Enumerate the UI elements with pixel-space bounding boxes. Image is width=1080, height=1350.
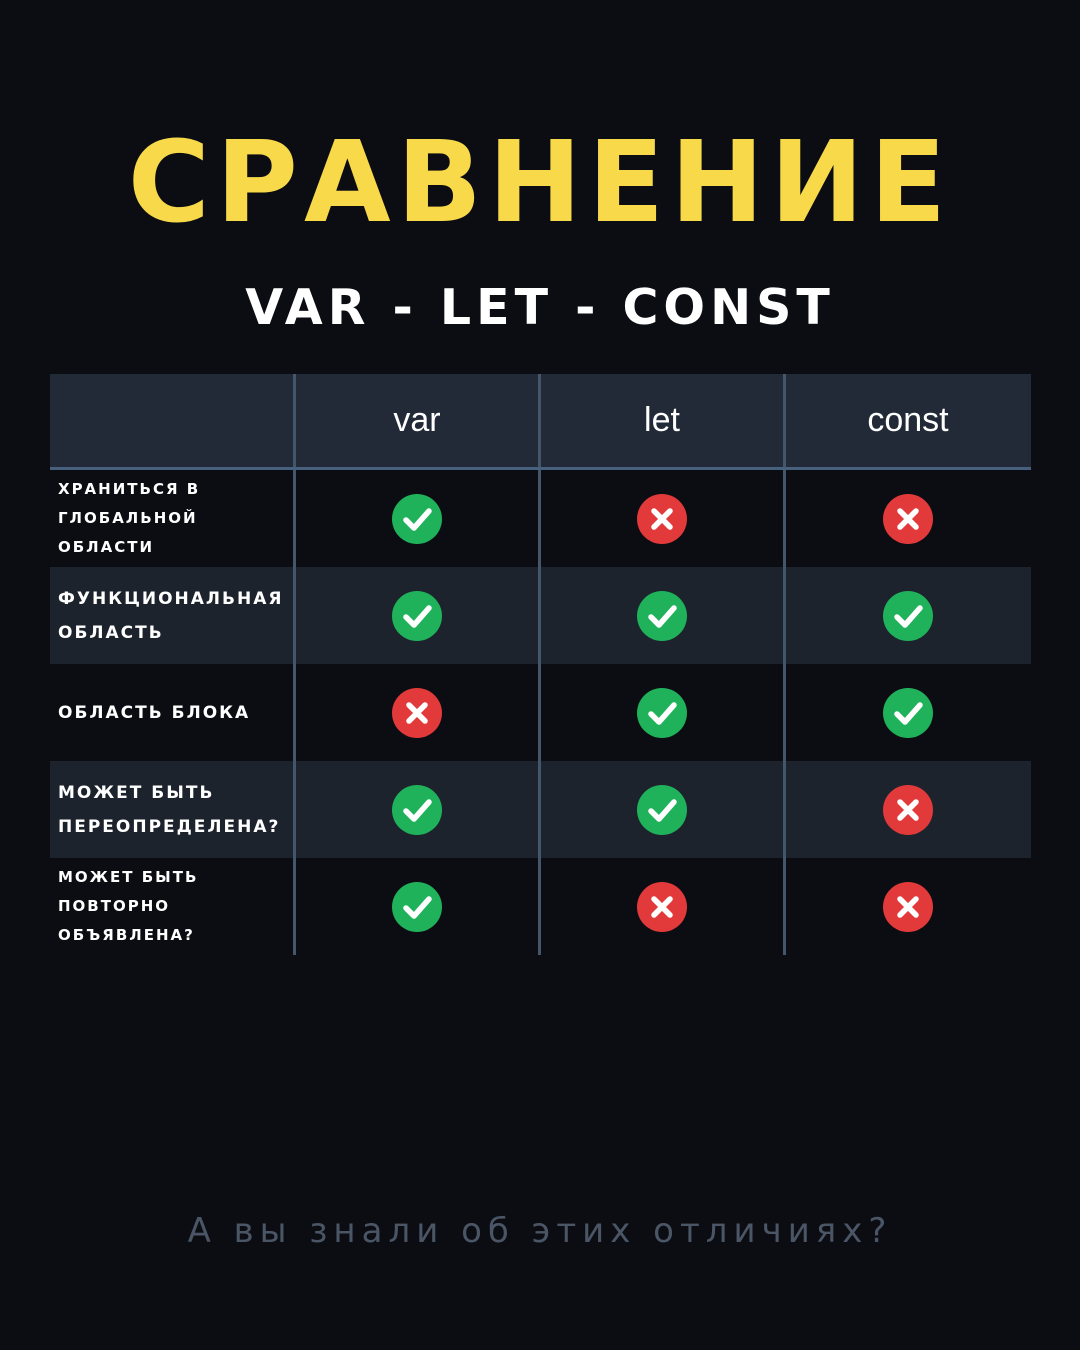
check-icon bbox=[637, 590, 687, 641]
value-cell bbox=[786, 858, 1030, 955]
page-title: СРАВНЕНИЕ bbox=[127, 118, 953, 248]
check-icon bbox=[392, 493, 442, 544]
value-cell bbox=[786, 761, 1030, 858]
cross-icon bbox=[637, 881, 687, 932]
row-label: МОЖЕТ БЫТЬ ПОВТОРНО ОБЪЯВЛЕНА? bbox=[58, 868, 199, 944]
row-label: МОЖЕТ БЫТЬ ПЕРЕОПРЕДЕЛЕНА? bbox=[58, 782, 281, 837]
column-header-let: let bbox=[541, 374, 786, 467]
value-cell bbox=[541, 567, 786, 664]
cross-icon bbox=[883, 784, 933, 835]
row-label-cell: МОЖЕТ БЫТЬ ПОВТОРНО ОБЪЯВЛЕНА? bbox=[50, 858, 296, 955]
column-header-label: let bbox=[644, 401, 680, 439]
row-label-cell: ХРАНИТЬСЯ В ГЛОБАЛЬНОЙ ОБЛАСТИ bbox=[50, 470, 296, 567]
table-header-row: var let const bbox=[50, 374, 1031, 470]
table-row: ФУНКЦИОНАЛЬНАЯ ОБЛАСТЬ bbox=[50, 567, 1031, 664]
check-icon bbox=[392, 881, 442, 932]
header-empty-cell bbox=[50, 374, 296, 467]
column-header-const: const bbox=[786, 374, 1030, 467]
cross-icon bbox=[883, 881, 933, 932]
value-cell bbox=[786, 567, 1030, 664]
value-cell bbox=[786, 470, 1030, 567]
table-row: МОЖЕТ БЫТЬ ПОВТОРНО ОБЪЯВЛЕНА? bbox=[50, 858, 1031, 955]
row-label: ХРАНИТЬСЯ В ГЛОБАЛЬНОЙ ОБЛАСТИ bbox=[58, 480, 201, 556]
value-cell bbox=[296, 858, 541, 955]
check-icon bbox=[883, 687, 933, 738]
column-header-label: const bbox=[867, 401, 949, 439]
check-icon bbox=[637, 784, 687, 835]
check-icon bbox=[637, 687, 687, 738]
value-cell bbox=[296, 567, 541, 664]
value-cell bbox=[541, 761, 786, 858]
column-header-label: var bbox=[393, 401, 441, 439]
value-cell bbox=[296, 664, 541, 761]
value-cell bbox=[541, 470, 786, 567]
page-subtitle: VAR - LET - CONST bbox=[245, 279, 835, 336]
value-cell bbox=[786, 664, 1030, 761]
value-cell bbox=[541, 858, 786, 955]
row-label-cell: ОБЛАСТЬ БЛОКА bbox=[50, 664, 296, 761]
column-header-var: var bbox=[296, 374, 541, 467]
comparison-table: var let const ХРАНИТЬСЯ В ГЛОБАЛЬНОЙ ОБЛ… bbox=[50, 374, 1031, 955]
check-icon bbox=[392, 590, 442, 641]
cross-icon bbox=[637, 493, 687, 544]
row-label-cell: ФУНКЦИОНАЛЬНАЯ ОБЛАСТЬ bbox=[50, 567, 296, 664]
value-cell bbox=[296, 761, 541, 858]
table-row: МОЖЕТ БЫТЬ ПЕРЕОПРЕДЕЛЕНА? bbox=[50, 761, 1031, 858]
cross-icon bbox=[883, 493, 933, 544]
table-row: ОБЛАСТЬ БЛОКА bbox=[50, 664, 1031, 761]
value-cell bbox=[296, 470, 541, 567]
table-row: ХРАНИТЬСЯ В ГЛОБАЛЬНОЙ ОБЛАСТИ bbox=[50, 470, 1031, 567]
row-label: ФУНКЦИОНАЛЬНАЯ ОБЛАСТЬ bbox=[58, 588, 284, 643]
value-cell bbox=[541, 664, 786, 761]
check-icon bbox=[883, 590, 933, 641]
row-label: ОБЛАСТЬ БЛОКА bbox=[58, 702, 251, 723]
footer-question: А вы знали об этих отличиях? bbox=[187, 1211, 893, 1251]
check-icon bbox=[392, 784, 442, 835]
cross-icon bbox=[392, 687, 442, 738]
row-label-cell: МОЖЕТ БЫТЬ ПЕРЕОПРЕДЕЛЕНА? bbox=[50, 761, 296, 858]
